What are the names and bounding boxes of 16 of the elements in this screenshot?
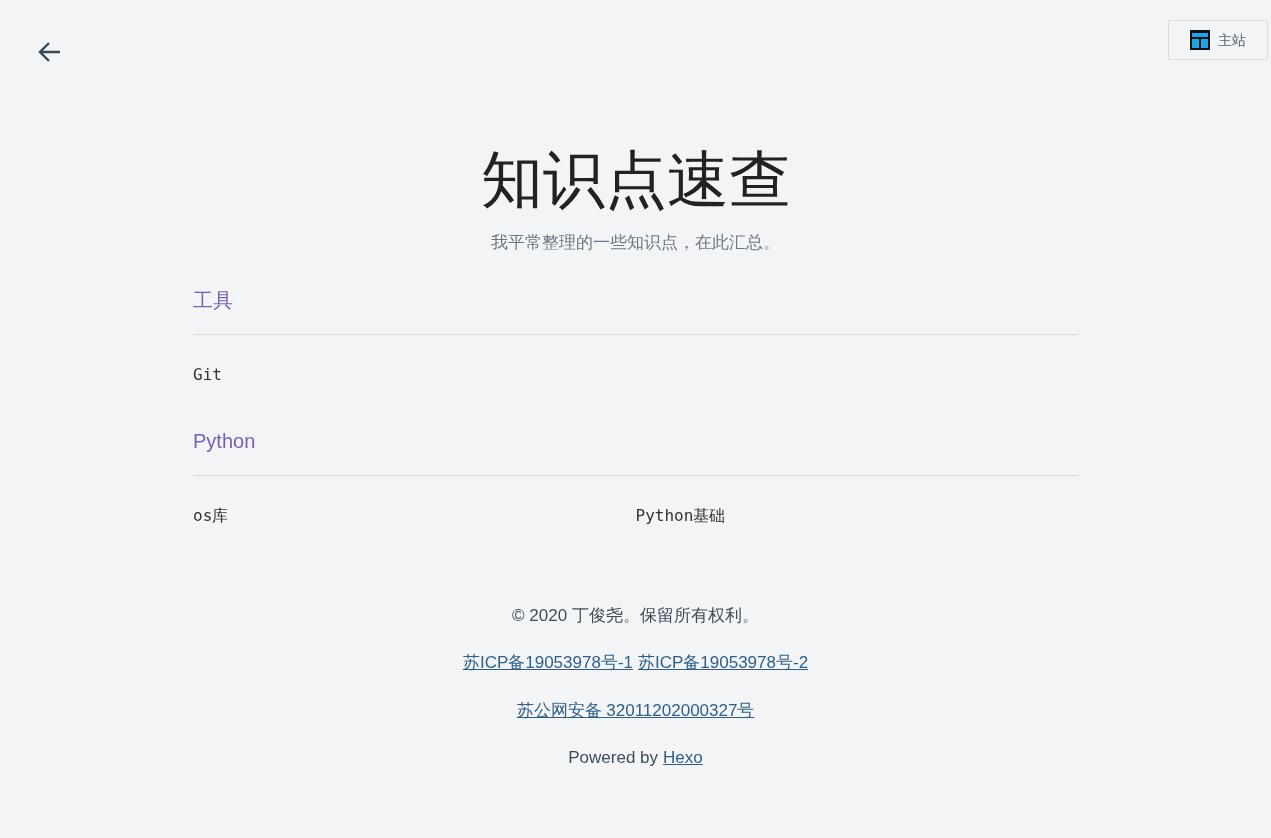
window-layout-icon xyxy=(1190,30,1210,50)
icp-record-link[interactable]: 苏ICP备19053978号-2 xyxy=(638,650,809,676)
section-heading: 工具 xyxy=(193,285,1078,335)
powered-by-text: Powered by xyxy=(568,747,659,769)
page-title: 知识点速查 xyxy=(479,144,792,216)
section-heading: Python xyxy=(193,426,1078,476)
topic-link[interactable]: os库 xyxy=(193,505,229,525)
page-subtitle: 我平常整理的一些知识点，在此汇总。 xyxy=(490,232,781,254)
police-record-link[interactable]: 苏公网安备 32011202000327号 xyxy=(516,697,755,723)
topic-link[interactable]: Git xyxy=(193,364,222,384)
hexo-link[interactable]: Hexo xyxy=(663,745,703,771)
topic-link[interactable]: Python基础 xyxy=(635,505,726,525)
icp-record-link[interactable]: 苏ICP备19053978号-1 xyxy=(462,650,633,676)
back-arrow-icon[interactable] xyxy=(38,41,62,63)
copyright-text: © 2020 丁俊尧。保留所有权利。 xyxy=(512,604,759,627)
home-button[interactable]: 主站 xyxy=(1168,20,1268,60)
